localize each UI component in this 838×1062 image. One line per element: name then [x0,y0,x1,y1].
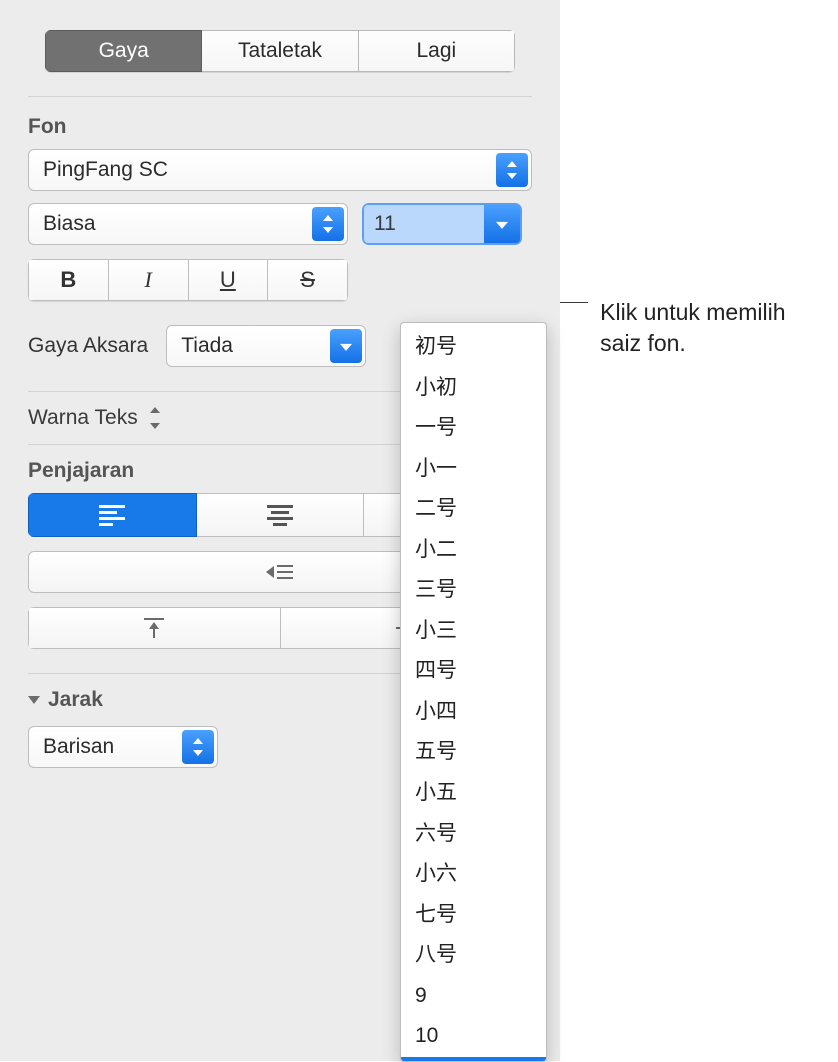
strikethrough-button[interactable]: S [268,259,348,301]
align-center-icon [267,505,293,526]
tab-more[interactable]: Lagi [359,30,515,72]
chevron-down-icon [330,329,362,363]
chevron-updown-icon [182,730,214,764]
font-size-dropdown[interactable]: 初号小初一号小一二号小二三号小三四号小四五号小五六号小六七号八号91011121… [400,322,547,1062]
font-weight-popup[interactable]: Biasa [28,203,348,245]
chevron-updown-icon [496,153,528,187]
font-size-option[interactable]: 六号 [401,814,546,855]
font-size-option[interactable]: 二号 [401,489,546,530]
font-size-option[interactable]: 小六 [401,854,546,895]
font-size-option[interactable]: 小二 [401,530,546,571]
underline-button[interactable]: U [189,259,269,301]
font-size-option[interactable]: 四号 [401,651,546,692]
font-section-label: Fon [28,115,532,139]
spacing-section-label: Jarak [48,688,103,712]
underline-glyph: U [220,267,236,293]
triangle-down-icon [28,696,40,704]
italic-glyph: I [144,267,151,293]
align-left-button[interactable] [28,493,197,537]
character-style-popup[interactable]: Tiada [166,325,366,367]
italic-button[interactable]: I [109,259,189,301]
strike-glyph: S [300,267,315,293]
bold-glyph: B [60,267,76,293]
font-size-option[interactable]: 五号 [401,732,546,773]
font-size-option[interactable]: 小一 [401,449,546,490]
help-callout: Klik untuk memilih saiz fon. [560,297,830,359]
callout-text: Klik untuk memilih saiz fon. [588,297,830,359]
line-spacing-popup[interactable]: Barisan [28,726,218,768]
font-size-option[interactable]: 小五 [401,773,546,814]
divider [28,96,532,97]
chevron-updown-icon[interactable] [146,407,164,429]
font-family-value: PingFang SC [43,158,168,182]
valign-top-icon [142,616,166,640]
inspector-tabs: Gaya Tataletak Lagi [45,30,515,72]
font-size-option[interactable]: 11 [401,1057,546,1062]
align-left-icon [99,505,125,526]
font-size-option[interactable]: 小初 [401,368,546,409]
font-size-option[interactable]: 9 [401,976,546,1017]
font-size-option[interactable]: 10 [401,1016,546,1057]
text-style-group: B I U S [28,259,348,301]
outdent-icon [266,562,294,582]
font-size-option[interactable]: 一号 [401,408,546,449]
font-size-option[interactable]: 小三 [401,611,546,652]
tab-style[interactable]: Gaya [45,30,202,72]
align-center-button[interactable] [197,493,365,537]
font-size-value[interactable]: 11 [364,205,484,243]
font-size-option[interactable]: 小四 [401,692,546,733]
chevron-down-icon [484,205,520,243]
tab-layout[interactable]: Tataletak [202,30,358,72]
font-size-option[interactable]: 八号 [401,935,546,976]
valign-top-button[interactable] [28,607,281,649]
character-style-value: Tiada [181,334,233,358]
font-size-option[interactable]: 初号 [401,327,546,368]
font-size-combo[interactable]: 11 [362,203,522,245]
line-spacing-value: Barisan [43,735,114,759]
bold-button[interactable]: B [28,259,109,301]
font-family-popup[interactable]: PingFang SC [28,149,532,191]
chevron-updown-icon [312,207,344,241]
font-weight-value: Biasa [43,212,96,236]
callout-leader-line [560,302,588,303]
character-style-label: Gaya Aksara [28,334,148,358]
text-color-label[interactable]: Warna Teks [28,406,138,430]
font-size-option[interactable]: 七号 [401,895,546,936]
font-size-option[interactable]: 三号 [401,570,546,611]
